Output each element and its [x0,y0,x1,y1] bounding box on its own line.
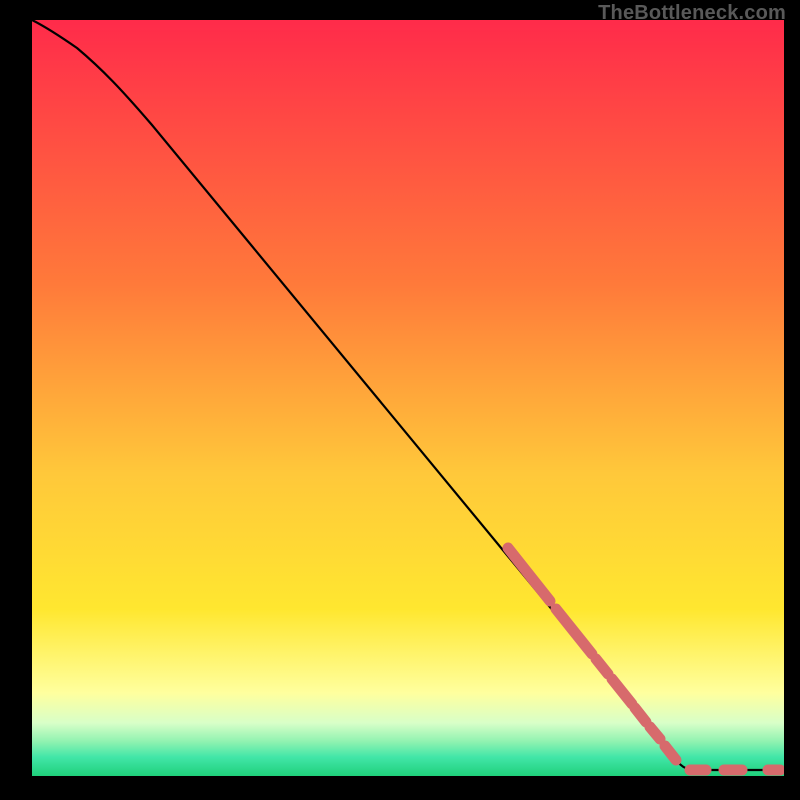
chart-svg [32,20,784,776]
watermark-label: TheBottleneck.com [598,2,786,25]
chart-stage: TheBottleneck.com [0,0,800,800]
plot-area [32,20,784,776]
gradient-background [32,20,784,776]
